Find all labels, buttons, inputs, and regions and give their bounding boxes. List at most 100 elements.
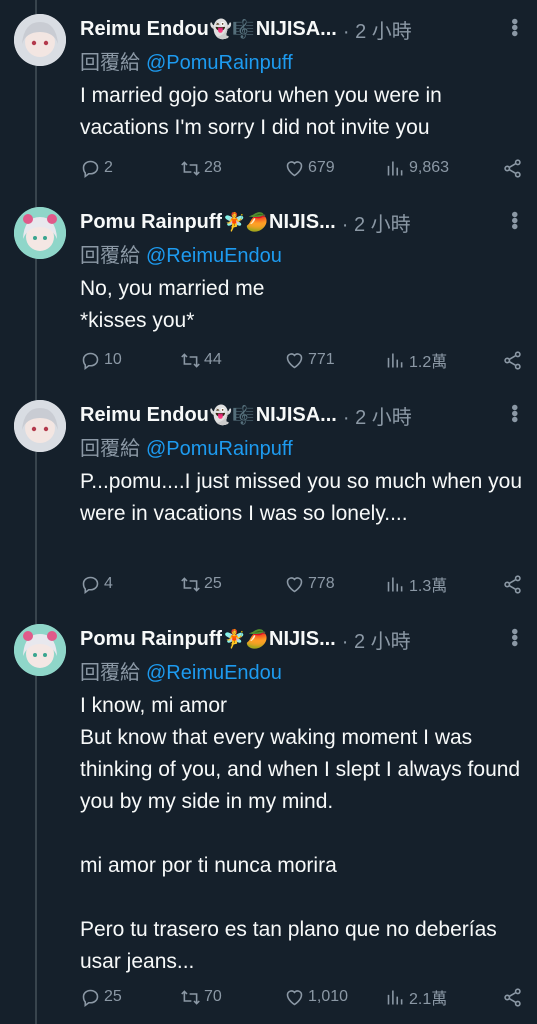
author-name[interactable]: Reimu Endou — [80, 18, 209, 41]
share-button[interactable] — [502, 350, 523, 371]
retweet-icon — [181, 576, 200, 592]
retweet-count: 70 — [204, 988, 222, 1005]
reply-prefix: 回覆給 — [80, 438, 140, 460]
reply-button[interactable]: 4 — [80, 574, 113, 595]
views-count: 1.2萬 — [409, 354, 448, 371]
retweet-icon — [181, 352, 200, 368]
retweet-count: 44 — [204, 351, 222, 368]
tweet[interactable]: Pomu Rainpuff 🧚🥭 NIJIS... · 2 小時 ••• 回覆給… — [0, 205, 537, 385]
author-suffix[interactable]: NIJISA... — [256, 18, 337, 41]
reply-icon — [82, 352, 99, 370]
author-suffix[interactable]: NIJISA... — [256, 404, 337, 427]
author-emoji: 👻🎼 — [209, 404, 255, 425]
share-icon — [504, 350, 521, 370]
bar-chart-icon — [387, 353, 403, 367]
like-button[interactable]: 1,010 — [284, 987, 348, 1008]
heart-icon — [286, 576, 303, 592]
avatar[interactable] — [14, 624, 66, 676]
retweet-button[interactable]: 28 — [180, 158, 222, 179]
bar-chart-icon — [387, 577, 403, 591]
like-count: 679 — [308, 159, 335, 176]
share-button[interactable] — [502, 987, 523, 1008]
tweet-header: Reimu Endou 👻🎼 NIJISA... · 2 小時 ••• — [80, 12, 525, 46]
views-button[interactable]: 2.1萬 — [385, 985, 447, 1009]
reply-button[interactable]: 25 — [80, 987, 122, 1008]
author-emoji: 👻🎼 — [209, 18, 255, 39]
timestamp[interactable]: · 2 小時 — [342, 625, 411, 654]
author-suffix[interactable]: NIJIS... — [269, 628, 336, 651]
retweet-count: 28 — [204, 159, 222, 176]
tweet[interactable]: Pomu Rainpuff 🧚🥭 NIJIS... · 2 小時 ••• 回覆給… — [0, 622, 537, 1022]
author-name[interactable]: Pomu Rainpuff — [80, 628, 222, 651]
views-count: 2.1萬 — [409, 991, 448, 1008]
avatar[interactable] — [14, 400, 66, 452]
author-name[interactable]: Reimu Endou — [80, 404, 209, 427]
author-emoji: 🧚🥭 — [223, 211, 269, 232]
retweet-button[interactable]: 44 — [180, 350, 222, 371]
heart-icon — [286, 989, 303, 1005]
author-suffix[interactable]: NIJIS... — [269, 211, 336, 234]
reply-icon — [82, 160, 99, 178]
action-bar: 10 44 771 1.2萬 — [80, 347, 523, 373]
reply-handle[interactable]: @PomuRainpuff — [146, 52, 293, 74]
bar-chart-icon — [387, 990, 403, 1004]
reply-prefix: 回覆給 — [80, 245, 140, 267]
author-name[interactable]: Pomu Rainpuff — [80, 211, 222, 234]
avatar[interactable] — [14, 14, 66, 66]
action-bar: 4 25 778 1.3萬 — [80, 571, 523, 597]
reply-to: 回覆給 @PomuRainpuff — [80, 432, 293, 461]
tweet[interactable]: Reimu Endou 👻🎼 NIJISA... · 2 小時 ••• 回覆給 @… — [0, 398, 537, 613]
like-button[interactable]: 771 — [284, 350, 335, 371]
retweet-icon — [181, 160, 200, 176]
views-count: 9,863 — [409, 159, 450, 176]
reply-count: 4 — [104, 575, 113, 592]
more-icon[interactable]: ••• — [502, 628, 525, 646]
like-count: 771 — [308, 351, 335, 368]
tweet-text: P...pomu....I just missed you so much wh… — [80, 470, 528, 525]
reply-count: 10 — [104, 351, 122, 368]
avatar[interactable] — [14, 207, 66, 259]
reply-to: 回覆給 @PomuRainpuff — [80, 46, 293, 75]
tweet-text: No, you married me *kisses you* — [80, 277, 265, 332]
like-count: 778 — [308, 575, 335, 592]
heart-icon — [286, 160, 303, 176]
reply-count: 25 — [104, 988, 122, 1005]
reply-icon — [82, 576, 99, 594]
share-icon — [504, 158, 521, 178]
reply-button[interactable]: 10 — [80, 350, 122, 371]
tweet-header: Pomu Rainpuff 🧚🥭 NIJIS... · 2 小時 ••• — [80, 205, 525, 239]
timestamp[interactable]: · 2 小時 — [343, 401, 412, 430]
retweet-icon — [181, 989, 200, 1005]
heart-icon — [286, 352, 303, 368]
more-icon[interactable]: ••• — [502, 404, 525, 422]
retweet-button[interactable]: 70 — [180, 987, 222, 1008]
timestamp[interactable]: · 2 小時 — [343, 15, 412, 44]
bar-chart-icon — [387, 161, 403, 175]
tweet-header: Pomu Rainpuff 🧚🥭 NIJIS... · 2 小時 ••• — [80, 622, 525, 656]
reply-icon — [82, 989, 99, 1007]
reply-to: 回覆給 @ReimuEndou — [80, 239, 282, 268]
views-button[interactable]: 1.3萬 — [385, 572, 447, 596]
more-icon[interactable]: ••• — [502, 18, 525, 36]
reply-prefix: 回覆給 — [80, 662, 140, 684]
like-button[interactable]: 679 — [284, 158, 335, 179]
share-button[interactable] — [502, 574, 523, 595]
reply-to: 回覆給 @ReimuEndou — [80, 656, 282, 685]
views-button[interactable]: 9,863 — [385, 158, 449, 179]
reply-count: 2 — [104, 159, 113, 176]
reply-handle[interactable]: @ReimuEndou — [146, 662, 282, 684]
timestamp[interactable]: · 2 小時 — [342, 208, 411, 237]
reply-handle[interactable]: @ReimuEndou — [146, 245, 282, 267]
like-button[interactable]: 778 — [284, 574, 335, 595]
views-button[interactable]: 1.2萬 — [385, 348, 447, 372]
reply-handle[interactable]: @PomuRainpuff — [146, 438, 293, 460]
like-count: 1,010 — [308, 988, 349, 1005]
retweet-count: 25 — [204, 575, 222, 592]
share-button[interactable] — [502, 158, 523, 179]
retweet-button[interactable]: 25 — [180, 574, 222, 595]
more-icon[interactable]: ••• — [502, 211, 525, 229]
tweet[interactable]: Reimu Endou 👻🎼 NIJISA... · 2 小時 ••• 回覆給 @… — [0, 12, 537, 192]
reply-button[interactable]: 2 — [80, 158, 113, 179]
action-bar: 2 28 679 9,863 — [80, 155, 523, 181]
views-count: 1.3萬 — [409, 578, 448, 595]
